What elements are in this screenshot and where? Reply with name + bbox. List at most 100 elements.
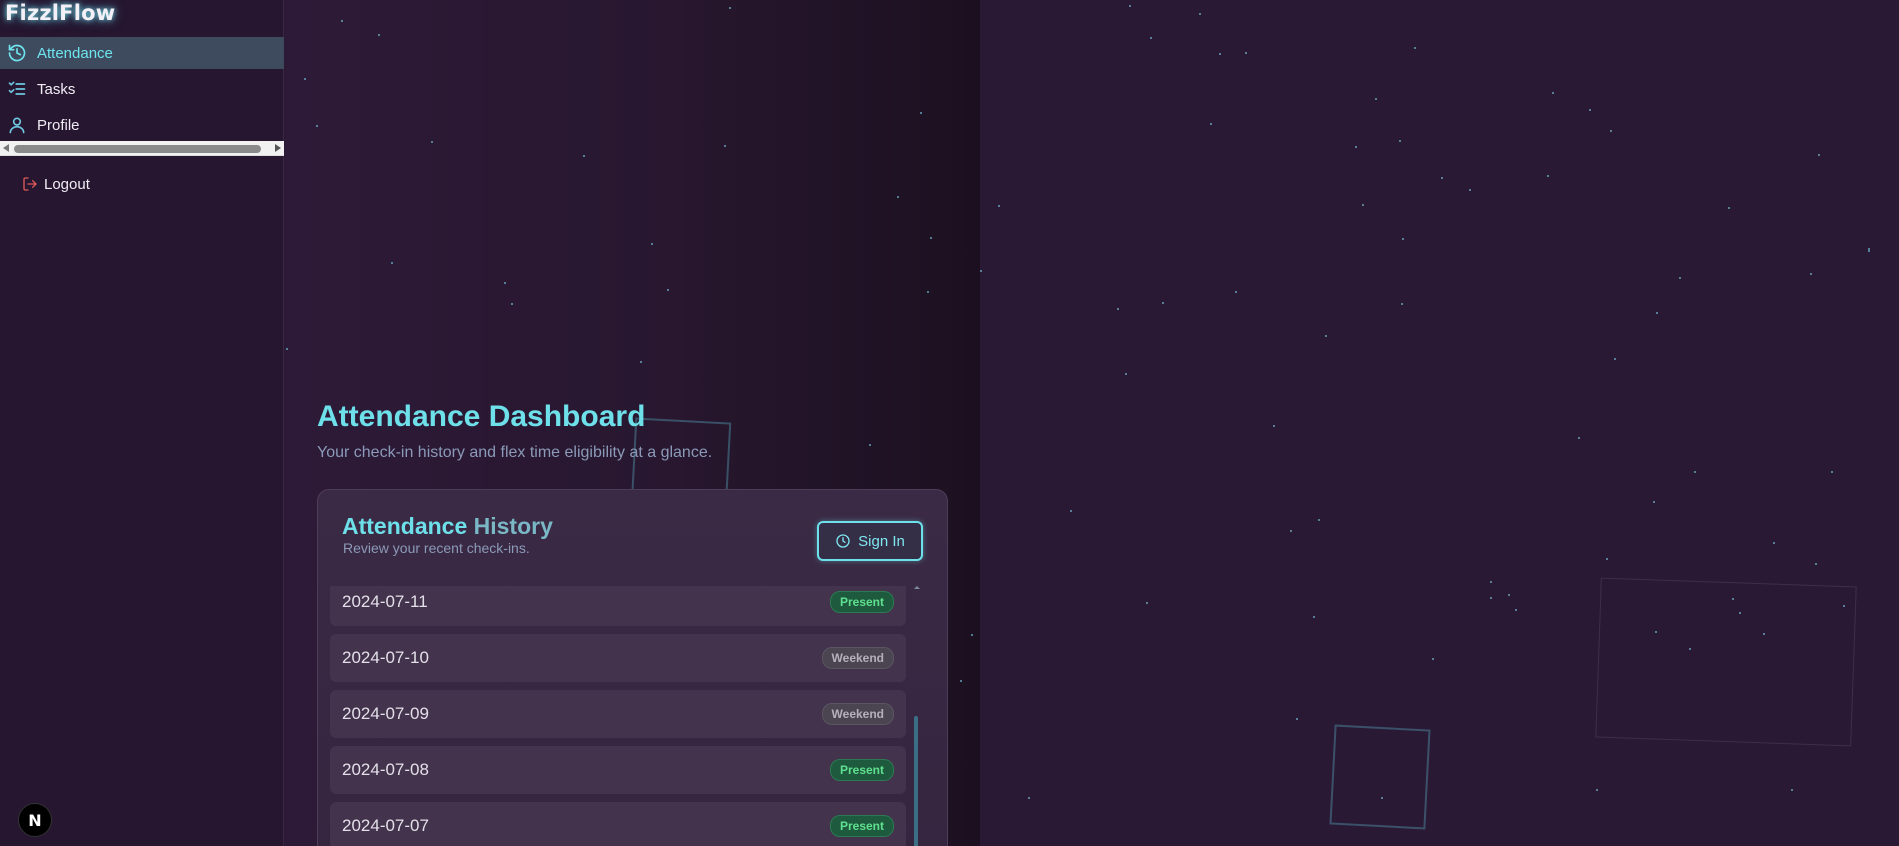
star bbox=[920, 112, 922, 114]
page-subtitle: Your check-in history and flex time elig… bbox=[317, 444, 713, 461]
star bbox=[1318, 519, 1320, 521]
star bbox=[1290, 530, 1292, 532]
attendance-history-card: Attendance History Review your recent ch… bbox=[317, 489, 948, 846]
decorative-square bbox=[1329, 724, 1431, 830]
sidebar-item-label: Tasks bbox=[37, 80, 76, 98]
star bbox=[1362, 204, 1364, 206]
decorative-square bbox=[1595, 577, 1857, 747]
card-title: Attendance History bbox=[342, 513, 553, 540]
star bbox=[1401, 303, 1403, 305]
sign-in-label: Sign In bbox=[858, 532, 905, 550]
star bbox=[980, 270, 982, 272]
star bbox=[378, 34, 380, 36]
star bbox=[1773, 542, 1775, 544]
star bbox=[1432, 658, 1434, 660]
star bbox=[1355, 146, 1357, 148]
status-badge: Weekend bbox=[821, 647, 894, 669]
star bbox=[1325, 335, 1327, 337]
scroll-right-arrow-icon[interactable] bbox=[275, 144, 281, 152]
sidebar-item-profile[interactable]: Profile bbox=[0, 109, 284, 141]
row-date: 2024-07-11 bbox=[342, 592, 428, 611]
star bbox=[960, 680, 962, 682]
clock-icon bbox=[835, 533, 858, 549]
star bbox=[1515, 609, 1517, 611]
star bbox=[1162, 302, 1164, 304]
star bbox=[667, 289, 669, 291]
star bbox=[1596, 789, 1598, 791]
logout-button[interactable]: Logout bbox=[22, 173, 90, 195]
list-item: 2024-07-11 Present bbox=[330, 586, 906, 626]
list-vertical-scrollbar[interactable] bbox=[913, 586, 920, 846]
logout-label: Logout bbox=[44, 175, 90, 193]
status-badge: Present bbox=[829, 815, 894, 837]
list-checks-icon bbox=[6, 78, 28, 100]
row-date: 2024-07-08 bbox=[342, 760, 429, 779]
star bbox=[1402, 238, 1404, 240]
star bbox=[1125, 373, 1127, 375]
star bbox=[1028, 797, 1030, 799]
star bbox=[1610, 130, 1612, 132]
card-subtitle: Review your recent check-ins. bbox=[343, 540, 530, 556]
star bbox=[998, 205, 1000, 207]
star bbox=[431, 141, 433, 143]
star bbox=[1490, 597, 1492, 599]
star bbox=[1313, 616, 1315, 618]
app-logo: FizzlFlow bbox=[5, 1, 116, 25]
row-date: 2024-07-10 bbox=[342, 648, 429, 667]
star bbox=[1578, 437, 1580, 439]
page-title: Attendance Dashboard bbox=[317, 400, 646, 433]
star bbox=[869, 444, 871, 446]
history-icon bbox=[6, 42, 28, 64]
sidebar-horizontal-scrollbar[interactable] bbox=[0, 141, 284, 156]
sidebar-item-label: Attendance bbox=[37, 44, 113, 62]
star bbox=[1469, 189, 1471, 191]
star bbox=[1199, 13, 1201, 15]
star bbox=[1129, 5, 1131, 7]
star bbox=[286, 348, 288, 350]
attendance-list[interactable]: 2024-07-11 Present 2024-07-10 Weekend 20… bbox=[330, 586, 906, 846]
star bbox=[971, 634, 973, 636]
star bbox=[1508, 594, 1510, 596]
user-icon bbox=[6, 114, 28, 136]
sign-in-button[interactable]: Sign In bbox=[817, 521, 923, 561]
card-title-part1: Attendance bbox=[342, 513, 468, 539]
row-date: 2024-07-09 bbox=[342, 704, 429, 723]
card-title-part2: History bbox=[473, 513, 553, 539]
star bbox=[1614, 358, 1616, 360]
star bbox=[341, 20, 343, 22]
star bbox=[1606, 558, 1608, 560]
star bbox=[1589, 109, 1591, 111]
star bbox=[930, 237, 932, 239]
star bbox=[391, 262, 393, 264]
sidebar-item-attendance[interactable]: Attendance bbox=[0, 37, 284, 69]
row-date: 2024-07-07 bbox=[342, 816, 429, 835]
scrollbar-thumb[interactable] bbox=[14, 145, 261, 153]
scroll-left-arrow-icon[interactable] bbox=[3, 144, 9, 152]
star bbox=[640, 361, 642, 363]
devtools-badge[interactable]: N bbox=[18, 803, 52, 837]
star bbox=[1653, 501, 1655, 503]
star bbox=[724, 145, 726, 147]
star bbox=[1375, 98, 1377, 100]
list-item: 2024-07-10 Weekend bbox=[330, 634, 906, 682]
list-item: 2024-07-08 Present bbox=[330, 746, 906, 794]
sidebar-item-tasks[interactable]: Tasks bbox=[0, 73, 284, 105]
scrollbar-thumb[interactable] bbox=[914, 716, 918, 846]
scroll-up-arrow-icon[interactable] bbox=[914, 586, 920, 589]
status-badge: Present bbox=[829, 591, 894, 613]
star bbox=[1552, 92, 1554, 94]
star bbox=[729, 7, 731, 9]
star bbox=[1791, 789, 1793, 791]
star bbox=[1868, 250, 1870, 252]
star bbox=[1414, 47, 1416, 49]
logout-icon bbox=[22, 176, 38, 192]
star bbox=[1679, 277, 1681, 279]
star bbox=[1490, 581, 1492, 583]
star bbox=[1815, 563, 1817, 565]
star bbox=[897, 196, 899, 198]
list-item: 2024-07-07 Present bbox=[330, 802, 906, 846]
status-badge: Weekend bbox=[821, 703, 894, 725]
star bbox=[927, 291, 929, 293]
star bbox=[583, 155, 585, 157]
star bbox=[1273, 425, 1275, 427]
